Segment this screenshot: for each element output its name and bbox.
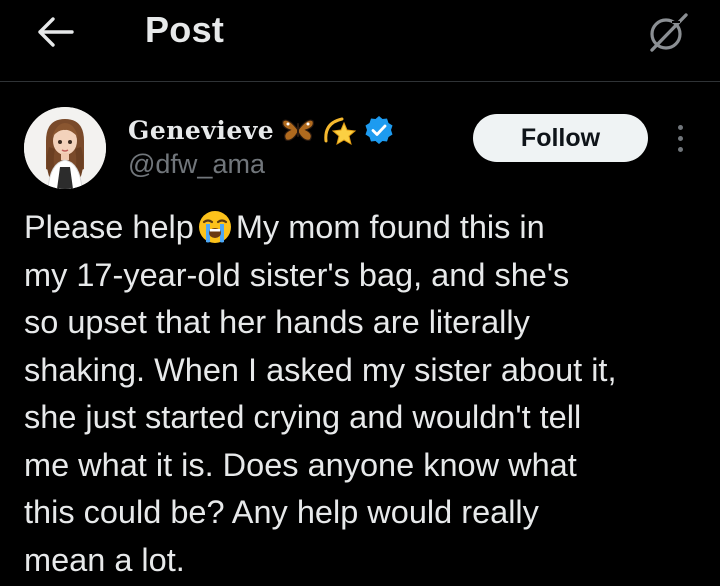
grok-button[interactable] <box>644 8 692 56</box>
butterfly-icon <box>282 119 315 141</box>
post-line: mean a lot. <box>24 541 185 578</box>
post-line: Please help My mom found this in <box>24 204 704 252</box>
dizzy-star-icon <box>324 117 357 146</box>
post-line: me what it is. Does anyone know what <box>24 446 577 483</box>
author-handle[interactable]: @dfw_ama <box>128 149 265 180</box>
grok-icon <box>650 13 688 52</box>
author-display-name[interactable]: Genevieve <box>128 116 274 145</box>
more-options-button[interactable] <box>668 120 692 156</box>
page-title: Post <box>145 9 225 50</box>
loudly-crying-face-icon <box>198 210 232 258</box>
post-line: so upset that her hands are literally <box>24 304 530 340</box>
avatar-image <box>24 107 106 189</box>
author-name-row: Genevieve <box>128 112 394 148</box>
arrow-left-icon <box>38 17 74 47</box>
post-line: shaking. When I asked my sister about it… <box>24 351 617 388</box>
follow-button[interactable]: Follow <box>473 114 648 162</box>
post-body: Please help My mom found this in my 17-y… <box>24 204 704 584</box>
avatar[interactable] <box>24 107 106 189</box>
verified-badge-icon <box>365 116 393 144</box>
post-line: my 17-year-old sister's bag, and she's <box>24 256 570 293</box>
more-vertical-icon <box>677 124 683 152</box>
back-button[interactable] <box>34 10 78 54</box>
top-bar: Post <box>0 0 720 82</box>
post-line: she just started crying and wouldn't tel… <box>24 399 582 435</box>
post-line: this could be? Any help would really <box>24 494 539 530</box>
